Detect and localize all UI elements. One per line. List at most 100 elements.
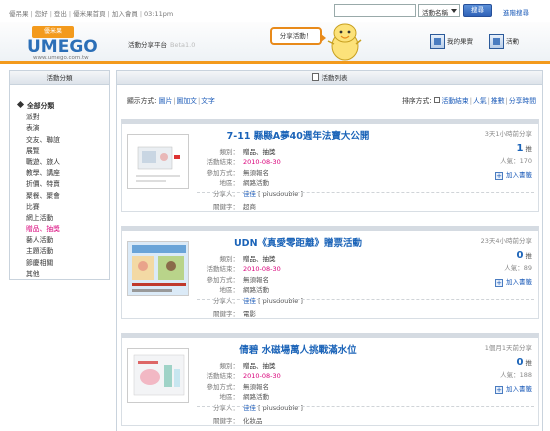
add-bookmark-button[interactable]: + 加入書籤 xyxy=(422,169,532,181)
end-date-value: 2010-08-30 xyxy=(243,265,281,274)
sort-checkbox[interactable] xyxy=(433,97,440,103)
activity-thumbnail[interactable] xyxy=(127,348,189,403)
sidebar-item-online[interactable]: 網上活動 xyxy=(16,213,109,224)
end-date-value: 2010-08-30 xyxy=(243,372,281,381)
mascot-icon xyxy=(327,23,362,61)
display-option-image-text[interactable]: 圖加文 xyxy=(177,97,197,105)
thumbnail-image xyxy=(128,135,188,188)
diamond-icon xyxy=(16,100,25,109)
share-activity-bubble[interactable]: 分享活動！ xyxy=(270,27,326,45)
recommend-count[interactable]: 0推 xyxy=(422,356,532,369)
recommend-value: 1 xyxy=(516,143,524,154)
search-button[interactable]: 搜尋 xyxy=(463,4,492,17)
sidebar-item-celebrity[interactable]: 藝人活動 xyxy=(16,235,109,246)
search-input[interactable] xyxy=(334,4,416,17)
activity-icon xyxy=(489,34,504,49)
recommend-unit: 推 xyxy=(525,359,533,367)
sidebar-item-festival[interactable]: 節慶相關 xyxy=(16,258,109,269)
sharer-label: 分享人： xyxy=(213,296,239,305)
nav-my-fruits[interactable]: 我的果實 xyxy=(430,34,473,49)
sidebar-item-dinner[interactable]: 聚餐、聚會 xyxy=(16,191,109,202)
activity-list-panel: 活動列表 顯示方式: 圖片|圖加文|文字 排序方式: 活動結束|人氣|推數|分享時… xyxy=(116,70,543,431)
sidebar-item-label: 全部分類 xyxy=(27,102,55,110)
search-type-value: 活動名稱 xyxy=(422,9,448,17)
sidebar-item-travel[interactable]: 戰遊、旅人 xyxy=(16,157,109,168)
location-value: 網路活動 xyxy=(243,393,269,402)
sharer-label: 分享人： xyxy=(213,189,239,198)
add-bookmark-button[interactable]: + 加入書籤 xyxy=(422,276,532,288)
display-option-text[interactable]: 文字 xyxy=(201,97,215,105)
sidebar-item-exhibition[interactable]: 展覽 xyxy=(16,146,109,157)
plus-icon: + xyxy=(495,386,503,394)
keyword-row: 關鍵字： 化妝品 xyxy=(197,415,263,425)
sharer-link[interactable]: 佳佳 xyxy=(243,297,256,305)
category-label: 類別： xyxy=(219,148,240,156)
popularity-label: 人氣： xyxy=(500,157,520,165)
activity-thumbnail[interactable] xyxy=(127,241,189,296)
sidebar-item-party[interactable]: 派對 xyxy=(16,112,109,123)
end-date-value: 2010-08-30 xyxy=(243,158,281,167)
plus-icon: + xyxy=(495,172,503,180)
umego-logo[interactable]: 優米果 UMEGO www.umego.com.tw xyxy=(23,26,111,62)
recommend-unit: 推 xyxy=(525,252,533,260)
top-link-greeting: 您好 xyxy=(34,10,48,18)
location-label: 地區： xyxy=(219,393,240,402)
nav-activity[interactable]: 活動 xyxy=(489,34,519,49)
site-header: 優米果 UMEGO www.umego.com.tw 活動分享平台 Beta1.0… xyxy=(0,22,550,64)
advanced-search-link[interactable]: 進階搜尋 xyxy=(503,7,529,17)
category-label: 類別： xyxy=(219,255,240,263)
top-link-logout[interactable]: 登出 xyxy=(54,10,67,18)
nav-activity-label: 活動 xyxy=(506,37,519,46)
sidebar-item-performance[interactable]: 表演 xyxy=(16,123,109,134)
recommend-count[interactable]: 1推 xyxy=(422,142,532,155)
popularity-label: 人氣： xyxy=(504,264,524,272)
sidebar-item-other[interactable]: 其他 xyxy=(16,269,109,280)
sidebar-item-lecture[interactable]: 教學、講座 xyxy=(16,168,109,179)
category-value[interactable]: 贈品、抽獎 xyxy=(243,362,276,370)
top-link-home[interactable]: 優米果首頁 xyxy=(73,10,106,18)
sort-option-recommend[interactable]: 推數 xyxy=(491,97,505,105)
add-bookmark-button[interactable]: + 加入書籤 xyxy=(422,383,532,395)
list-icon xyxy=(311,73,319,81)
top-link-user[interactable]: 優吊果 xyxy=(9,10,29,18)
sharer-link[interactable]: 佳佳 xyxy=(243,190,256,198)
popularity: 人氣：188 xyxy=(422,370,532,380)
posted-time: 3天1小時前分享 xyxy=(484,130,532,138)
sidebar-item-sale[interactable]: 折價、特賣 xyxy=(16,179,109,190)
sharer-link[interactable]: 佳佳 xyxy=(243,404,256,412)
display-option-image[interactable]: 圖片 xyxy=(159,97,173,105)
activity-card: 倩碧 水磁場萬人挑戰滿水位 類別： 贈品、抽獎 活動結束： 2010-08-30 參… xyxy=(121,333,539,426)
end-date-label: 活動結束： xyxy=(206,372,240,381)
sidebar-item-contest[interactable]: 比賽 xyxy=(16,202,109,213)
category-value[interactable]: 贈品、抽獎 xyxy=(243,255,276,263)
sidebar-item-theme[interactable]: 主題活動 xyxy=(16,246,109,257)
card-stats: 3天1小時前分享 1推 人氣：170 + 加入書籤 xyxy=(422,128,532,181)
keyword-value[interactable]: 化妝品 xyxy=(243,417,263,425)
category-sidebar: 活動分類 全部分類 派對 表演 交友、聯誼 展覽 戰遊、旅人 教學、講座 折價、… xyxy=(9,70,110,280)
top-bar: 優吊果 | 您好 | 登出 | 優米果首頁 | 加入會員 | 03:11pm 活動名稱 搜尋 進階搜… xyxy=(0,0,550,20)
platform-label: 活動分享平台 xyxy=(128,41,167,49)
card-stats: 23天4小時前分享 0推 人氣：89 + 加入書籤 xyxy=(422,235,532,288)
sidebar-item-giveaway[interactable]: 贈品、抽獎 xyxy=(16,224,109,235)
end-date-label: 活動結束： xyxy=(206,265,240,274)
sidebar-item-social[interactable]: 交友、聯誼 xyxy=(16,135,109,146)
search-type-select[interactable]: 活動名稱 xyxy=(418,4,460,17)
sharer-id: [ plusdouble ] xyxy=(258,296,303,305)
keyword-value[interactable]: 超商 xyxy=(243,203,256,211)
top-link-join[interactable]: 加入會員 xyxy=(112,10,138,18)
sort-mode-label: 排序方式: xyxy=(402,97,432,105)
posted-time: 1個月1天前分享 xyxy=(484,344,532,352)
sort-option-share-time[interactable]: 分享時間 xyxy=(509,97,536,105)
activity-thumbnail[interactable] xyxy=(127,134,189,189)
recommend-count[interactable]: 0推 xyxy=(422,249,532,262)
bookmark-label: 加入書籤 xyxy=(506,171,532,179)
sidebar-item-all[interactable]: 全部分類 xyxy=(16,100,109,112)
card-divider xyxy=(197,192,534,193)
category-value[interactable]: 贈品、抽獎 xyxy=(243,148,276,156)
sort-option-popularity[interactable]: 人氣 xyxy=(473,97,487,105)
end-date-label: 活動結束： xyxy=(206,158,240,167)
card-divider xyxy=(197,406,534,407)
keyword-label: 關鍵字： xyxy=(213,203,239,211)
sort-option-end[interactable]: 活動結束 xyxy=(442,97,469,105)
keyword-value[interactable]: 電影 xyxy=(243,310,256,318)
